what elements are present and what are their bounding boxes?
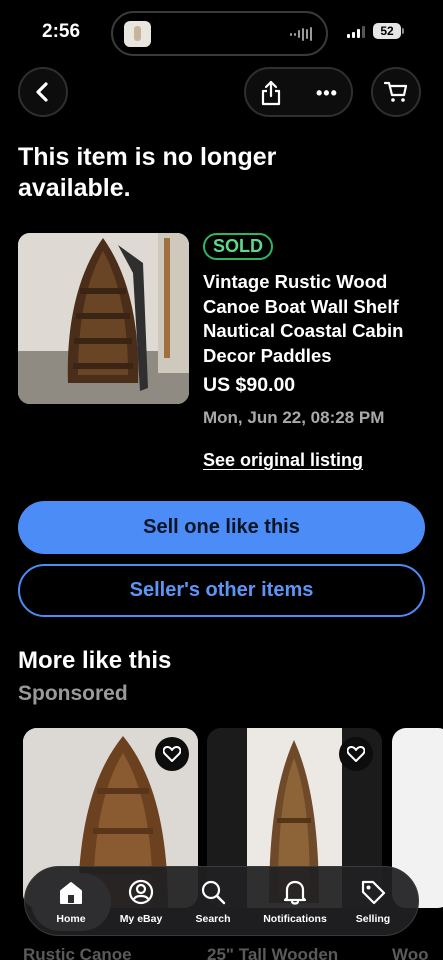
- tab-my-ebay[interactable]: My eBay: [111, 873, 171, 931]
- profile-icon: [128, 879, 154, 905]
- item-price: US $90.00: [203, 374, 296, 396]
- bell-icon: [283, 880, 307, 905]
- dynamic-island[interactable]: [111, 11, 328, 56]
- watch-button[interactable]: [155, 737, 189, 771]
- tab-home[interactable]: Home: [31, 873, 111, 931]
- sell-one-like-this-button[interactable]: Sell one like this: [18, 501, 425, 554]
- status-bar: 2:56 52: [0, 0, 443, 66]
- now-playing-thumbnail: [124, 21, 151, 47]
- watch-button[interactable]: [339, 737, 373, 771]
- tab-search[interactable]: Search: [183, 873, 243, 931]
- canoe-shelf-image: [18, 233, 189, 404]
- battery-icon: 52: [373, 23, 401, 39]
- tab-notifications[interactable]: Notifications: [255, 873, 335, 931]
- tab-notifications-label: Notifications: [263, 913, 327, 925]
- home-icon: [60, 882, 82, 904]
- cart-icon: [384, 81, 408, 102]
- bottom-tab-bar: Home My eBay Search Notifications Sellin…: [24, 866, 419, 936]
- cellular-signal-icon: [347, 26, 365, 38]
- recommended-item-title[interactable]: Rustic Canoe: [23, 945, 132, 960]
- status-time: 2:56: [42, 21, 81, 42]
- heart-icon: [347, 746, 365, 762]
- more-options-button[interactable]: •••: [316, 83, 338, 104]
- tab-selling-label: Selling: [355, 913, 391, 925]
- recommended-item-title[interactable]: 25" Tall Wooden: [207, 945, 338, 960]
- tab-selling[interactable]: Selling: [343, 873, 403, 931]
- item-title: Vintage Rustic Wood Canoe Boat Wall Shel…: [203, 271, 404, 366]
- search-icon: [201, 880, 226, 905]
- sold-date: Mon, Jun 22, 08:28 PM: [203, 408, 385, 427]
- unavailable-headline: This item is no longer available.: [18, 143, 277, 202]
- back-button[interactable]: [18, 67, 68, 117]
- more-like-this-title: More like this: [18, 647, 172, 674]
- tab-home-label: Home: [56, 913, 86, 925]
- share-more-group: •••: [244, 67, 353, 117]
- tab-my-ebay-label: My eBay: [119, 913, 163, 925]
- share-icon: [261, 80, 281, 106]
- cart-button[interactable]: [371, 67, 421, 117]
- item-photo[interactable]: [18, 233, 189, 404]
- sponsored-label: Sponsored: [18, 682, 128, 705]
- chevron-left-icon: [36, 82, 48, 102]
- tag-icon: [361, 880, 386, 905]
- tab-search-label: Search: [195, 913, 231, 925]
- heart-icon: [163, 746, 181, 762]
- sellers-other-items-button[interactable]: Seller's other items: [18, 564, 425, 617]
- share-button[interactable]: [260, 80, 282, 111]
- audio-wave-icon: [290, 26, 312, 42]
- see-original-listing-link[interactable]: See original listing: [203, 450, 363, 471]
- battery-tip: [402, 28, 404, 34]
- recommended-item-title[interactable]: Woo: [392, 945, 429, 960]
- sold-badge: SOLD: [203, 233, 274, 260]
